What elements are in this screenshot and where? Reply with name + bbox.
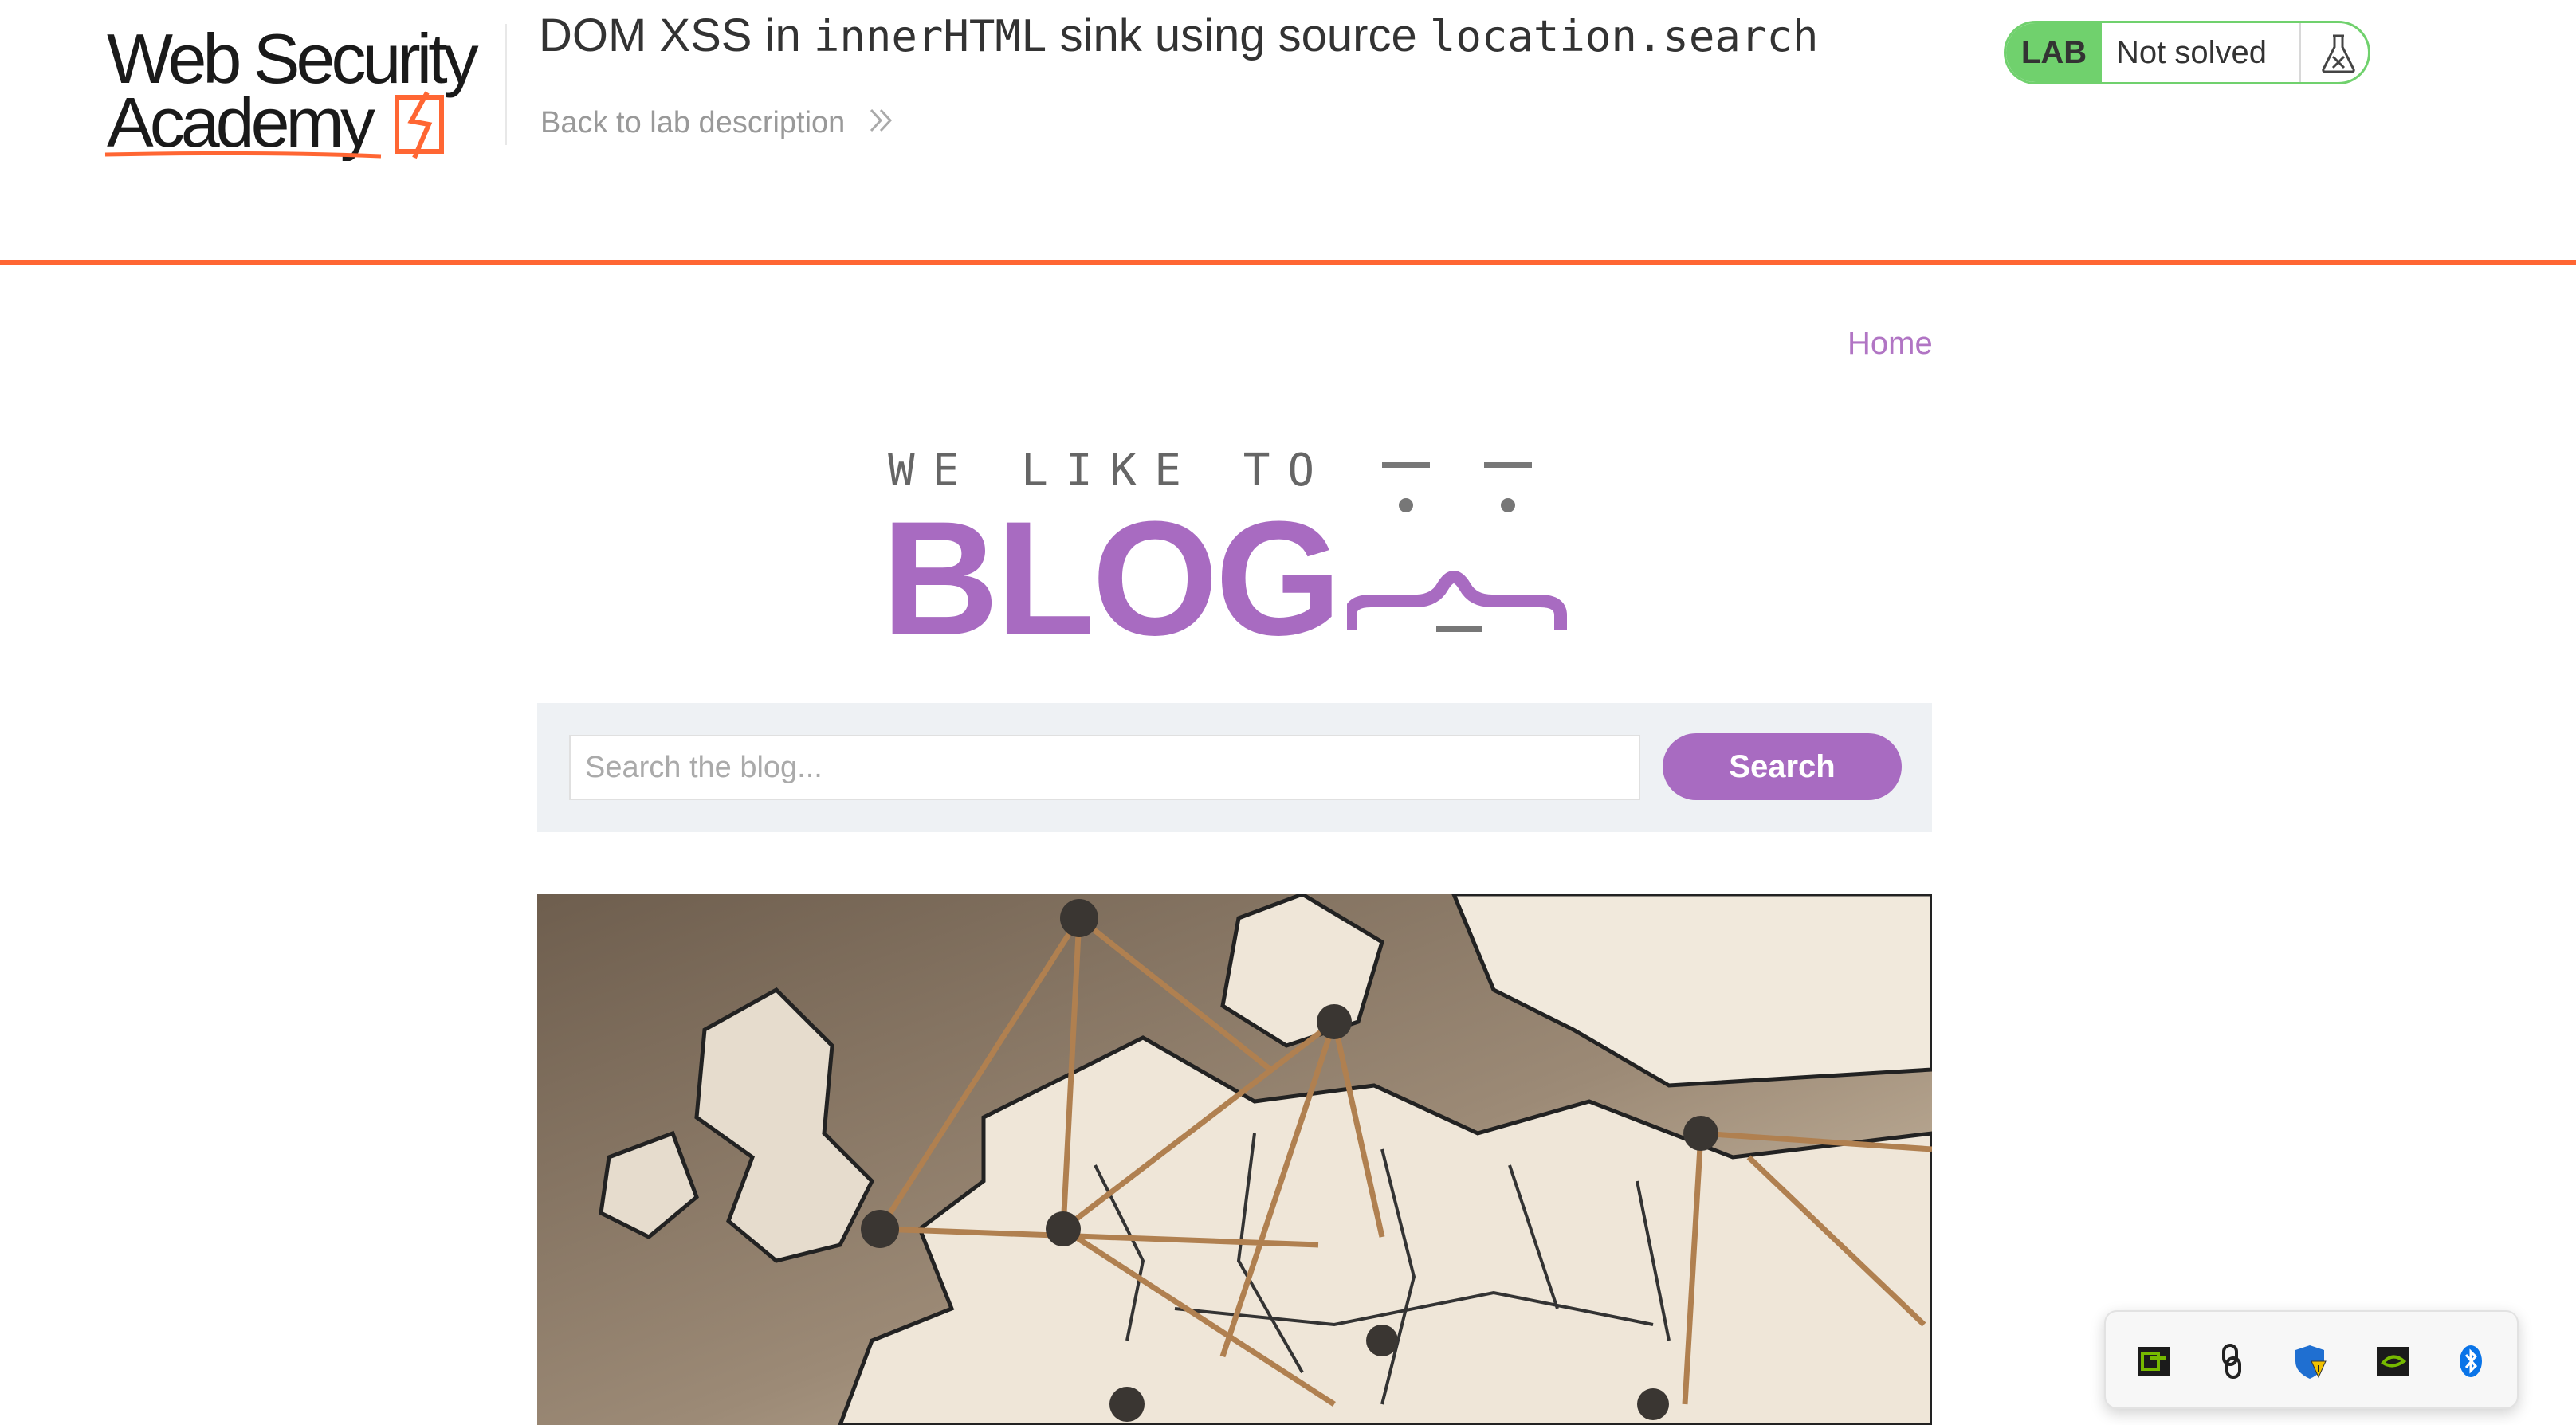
logo-line2: Academy (107, 83, 375, 161)
lab-title-code-sink: innerHTML (813, 11, 1047, 61)
blog-header-logo: WE LIKE TO BLOG (877, 430, 1594, 660)
lab-title-code-source: location.search (1429, 11, 1819, 61)
lab-badge: LAB (2006, 23, 2102, 82)
blog-wordmark: BLOG (882, 488, 1341, 669)
europe-map-image (537, 894, 1932, 1425)
web-security-academy-logo[interactable]: Web Security Academy (102, 18, 504, 162)
bluetooth-icon[interactable] (2452, 1342, 2490, 1380)
lab-status-widget: LAB Not solved (2004, 21, 2370, 84)
blog-search-input[interactable] (569, 735, 1640, 800)
double-chevron-right-icon (868, 105, 895, 143)
nvidia-geforce-icon[interactable] (2134, 1342, 2173, 1380)
blog-face-icon (1347, 462, 1567, 632)
lab-title-middle: sink using source (1046, 10, 1430, 61)
back-to-lab-description-link[interactable]: Back to lab description (540, 104, 895, 143)
search-button[interactable]: Search (1663, 733, 1902, 800)
nav-home-link[interactable]: Home (1848, 324, 1933, 363)
academy-header: Web Security Academy DOM XSS in innerHTM… (0, 0, 2576, 265)
blog-search-panel: Search (537, 703, 1932, 832)
system-tray-overflow-popup (2104, 1310, 2519, 1409)
lab-status-divider (2299, 23, 2301, 82)
chain-link-icon[interactable] (2213, 1342, 2251, 1380)
back-link-label: Back to lab description (540, 106, 846, 139)
lab-title: DOM XSS in innerHTML sink using source l… (539, 8, 1818, 65)
blog-post-image[interactable] (537, 894, 1932, 1425)
lab-status-text: Not solved (2116, 34, 2267, 70)
flask-icon (2319, 33, 2358, 74)
windows-security-warning-icon[interactable] (2291, 1342, 2329, 1380)
nvidia-icon[interactable] (2374, 1342, 2412, 1380)
lab-title-prefix: DOM XSS in (539, 10, 814, 61)
logo-divider (505, 24, 507, 145)
